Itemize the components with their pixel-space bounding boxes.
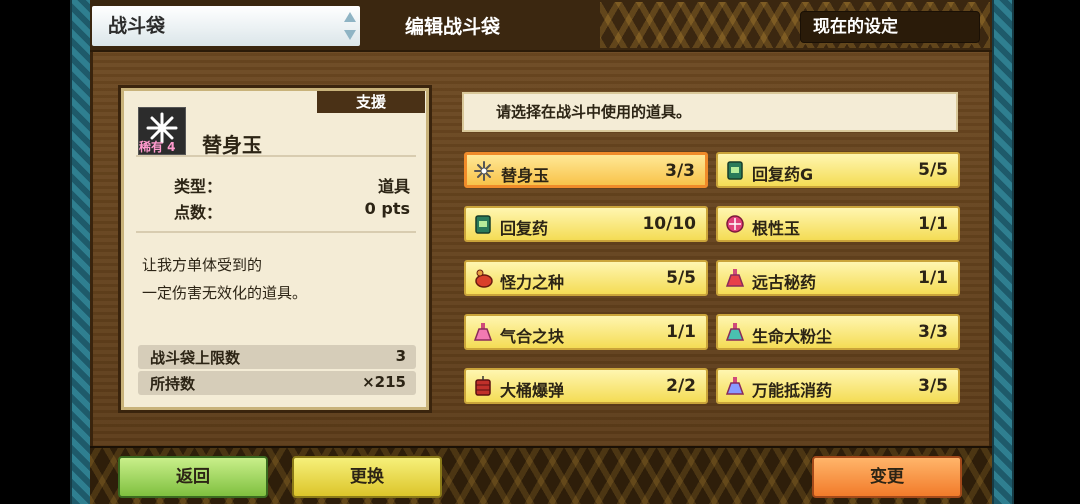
item-slot[interactable]: 生命大粉尘 3/3: [716, 314, 960, 350]
item-slot-name: 根性玉: [752, 219, 801, 238]
flask-icon: [724, 267, 746, 289]
item-slot-count: 5/5: [666, 268, 696, 288]
description-line: 让我方单体受到的: [142, 256, 263, 274]
left-border-pattern: [70, 0, 92, 504]
game-screen: 战斗袋 编辑战斗袋 现在的设定 支援 稀有 4 替身玉 类型： 道具 点数： 0…: [0, 0, 1080, 504]
item-slot[interactable]: 回复药G 5/5: [716, 152, 960, 188]
item-slot[interactable]: 替身玉 3/3: [464, 152, 708, 188]
description-line: 一定伤害无效化的道具。: [142, 284, 308, 302]
barrel-bomb-icon: [472, 375, 494, 397]
substitute-orb-icon: [473, 160, 495, 182]
rarity-badge: 稀有 4: [139, 140, 176, 154]
item-description: 让我方单体受到的 一定伤害无效化的道具。: [142, 251, 412, 307]
item-name: 替身玉: [202, 133, 262, 157]
right-letterbox: [1014, 0, 1080, 504]
points-label: 点数：: [174, 203, 223, 222]
type-value: 道具: [377, 177, 410, 196]
item-slot-name: 生命大粉尘: [752, 327, 833, 346]
change-button[interactable]: 变更: [812, 456, 962, 498]
bag-limit-label: 战斗袋上限数: [150, 349, 241, 367]
item-slot-name: 回复药G: [752, 165, 814, 184]
bag-limit-value: 3: [395, 347, 406, 365]
seed-pouch-icon: [472, 267, 494, 289]
item-slot-name: 万能抵消药: [752, 381, 833, 400]
item-slot-count: 5/5: [918, 160, 948, 180]
item-category-tab: 支援: [317, 91, 425, 113]
owned-row: 所持数 ×215: [138, 371, 416, 395]
bag-limit-row: 战斗袋上限数 3: [138, 345, 416, 369]
back-button[interactable]: 返回: [118, 456, 268, 498]
item-slot-count: 3/5: [918, 376, 948, 396]
swap-button[interactable]: 更换: [292, 456, 442, 498]
item-slot[interactable]: 气合之块 1/1: [464, 314, 708, 350]
left-letterbox: [0, 0, 70, 504]
item-slot-count: 1/1: [666, 322, 696, 342]
item-slot[interactable]: 根性玉 1/1: [716, 206, 960, 242]
owned-value: ×215: [362, 373, 406, 391]
item-slot-name: 替身玉: [501, 166, 550, 185]
flask-icon: [724, 321, 746, 343]
item-detail-card: 支援 稀有 4 替身玉 类型： 道具 点数： 0 pts 让我方单体受到的 一定…: [121, 88, 429, 410]
divider: [136, 155, 416, 157]
type-label: 类型：: [174, 177, 223, 196]
points-value: 0 pts: [364, 199, 410, 218]
guts-orb-icon: [724, 213, 746, 235]
item-slot-name: 回复药: [500, 219, 549, 238]
item-slot-name: 大桶爆弹: [500, 381, 565, 400]
potion-can-icon: [724, 159, 746, 181]
item-slot[interactable]: 远古秘药 1/1: [716, 260, 960, 296]
instruction-banner: 请选择在战斗中使用的道具。: [462, 92, 958, 132]
item-slot[interactable]: 怪力之种 5/5: [464, 260, 708, 296]
item-slot[interactable]: 大桶爆弹 2/2: [464, 368, 708, 404]
item-slot[interactable]: 回复药 10/10: [464, 206, 708, 242]
item-slot-count: 2/2: [666, 376, 696, 396]
tab-switch-arrows-icon[interactable]: [342, 10, 358, 42]
item-slot-count: 3/3: [918, 322, 948, 342]
current-settings-label: 现在的设定: [800, 11, 980, 43]
item-slot-name: 怪力之种: [500, 273, 565, 292]
item-slot-count: 1/1: [918, 214, 948, 234]
flask-icon: [724, 375, 746, 397]
page-title: 编辑战斗袋: [405, 16, 501, 38]
item-slot-name: 气合之块: [500, 327, 565, 346]
item-slot-count: 1/1: [918, 268, 948, 288]
potion-can-icon: [472, 213, 494, 235]
flask-icon: [472, 321, 494, 343]
item-slot[interactable]: 万能抵消药 3/5: [716, 368, 960, 404]
battle-bag-tab[interactable]: 战斗袋: [92, 6, 360, 46]
divider: [136, 231, 416, 233]
owned-label: 所持数: [150, 375, 196, 393]
right-border-pattern: [992, 0, 1014, 504]
item-slot-name: 远古秘药: [752, 273, 817, 292]
item-slot-count: 10/10: [642, 214, 696, 234]
item-slot-count: 3/3: [665, 161, 695, 181]
